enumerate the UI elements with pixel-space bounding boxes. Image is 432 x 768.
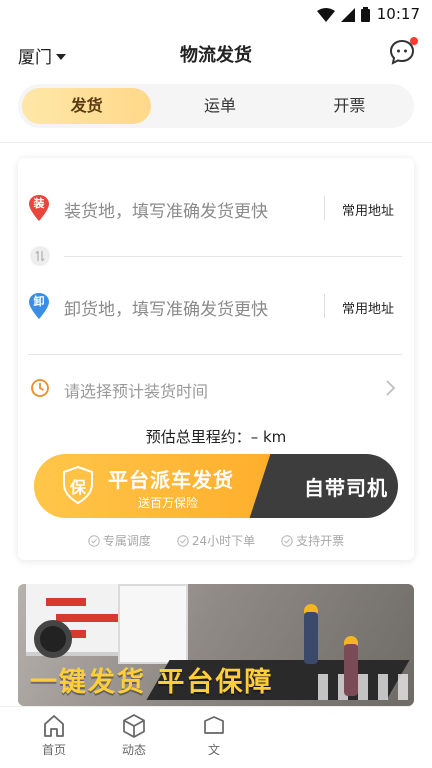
own-driver-label: 自带司机 [304, 476, 388, 500]
load-badge: 装 [33, 197, 45, 210]
load-common-address-button[interactable]: 常用地址 [342, 200, 394, 219]
feature-list: 专属调度 24小时下单 支持开票 [18, 532, 414, 549]
status-time: 10:17 [376, 5, 420, 23]
worker-figure [304, 612, 318, 664]
nav-feed[interactable]: 动态 [104, 713, 164, 758]
divider [0, 142, 432, 143]
check-circle-icon [177, 534, 189, 547]
message-button[interactable] [388, 37, 418, 66]
status-bar: 10:17 [0, 0, 432, 28]
unload-address-input[interactable]: 卸货地，填写准确发货更快 [64, 295, 268, 320]
shipping-form-card: 装 装货地，填写准确发货更快 常用地址 卸 卸货地，填写准确发货更快 常用地址 … [18, 158, 414, 560]
platform-dispatch-button[interactable]: 保 平台派车发货 送百万保险 [34, 454, 284, 518]
cube-icon [123, 714, 145, 738]
nav-home[interactable]: 首页 [24, 713, 84, 758]
truck-stripe [46, 598, 86, 606]
divider [28, 354, 402, 355]
banner-text: 一键发货 平台保障 [30, 667, 274, 698]
shield-label: 保 [69, 478, 86, 497]
chevron-right-icon [386, 380, 396, 396]
check-circle-icon [281, 534, 293, 547]
box-icon [204, 716, 224, 734]
unread-dot [410, 37, 418, 45]
dispatch-title: 平台派车发货 [108, 468, 234, 492]
unload-badge: 卸 [33, 295, 45, 308]
feature-label: 24小时下单 [191, 534, 256, 548]
swap-address-button[interactable] [30, 246, 50, 266]
divider [324, 294, 325, 318]
estimate-value: – km [250, 428, 287, 446]
feature-item: 专属调度 [88, 532, 151, 549]
clock-icon [31, 379, 49, 397]
loading-time-input[interactable]: 请选择预计装货时间 [64, 378, 208, 402]
truck-door [118, 584, 188, 664]
unload-address-row[interactable]: 卸 卸货地，填写准确发货更快 常用地址 [18, 280, 414, 332]
status-icons [317, 7, 370, 22]
tab-waybill[interactable]: 运单 [155, 84, 284, 128]
swap-icon [35, 250, 45, 262]
tab-ship[interactable]: 发货 [22, 88, 152, 124]
dispatch-subtitle: 送百万保险 [138, 496, 199, 510]
check-circle-icon [88, 534, 100, 547]
feature-label: 专属调度 [102, 534, 151, 548]
unload-pin-icon: 卸 [28, 292, 50, 320]
home-icon [44, 715, 64, 737]
feature-item: 24小时下单 [177, 532, 255, 549]
nav-third[interactable]: 文 [184, 713, 244, 758]
page-title: 物流发货 [180, 45, 252, 66]
truck-wheel [34, 620, 72, 658]
signal-icon [341, 7, 355, 22]
divider [64, 256, 402, 257]
feature-label: 支持开票 [296, 534, 345, 548]
nav-third-label: 文 [207, 743, 220, 757]
divider [324, 196, 325, 220]
loading-time-row[interactable]: 请选择预计装货时间 [18, 366, 414, 410]
wifi-icon [317, 7, 335, 22]
worker-figure [344, 644, 358, 696]
nav-home-label: 首页 [41, 743, 66, 757]
segment-tabs: 发货 运单 开票 [18, 84, 414, 128]
feature-item: 支持开票 [281, 532, 344, 549]
dispatch-button-group: 保 平台派车发货 送百万保险 自带司机 [34, 454, 398, 518]
tab-invoice[interactable]: 开票 [285, 84, 414, 128]
crosswalk [318, 674, 408, 700]
top-nav-bar: 厦门 物流发货 [0, 28, 432, 78]
estimate-label: 预估总里程约： [145, 428, 251, 446]
promo-banner[interactable]: 一键发货 平台保障 [18, 584, 414, 706]
unload-common-address-button[interactable]: 常用地址 [342, 298, 394, 317]
load-address-row[interactable]: 装 装货地，填写准确发货更快 常用地址 [18, 182, 414, 234]
nav-feed-label: 动态 [121, 743, 146, 757]
load-address-input[interactable]: 装货地，填写准确发货更快 [64, 197, 268, 222]
battery-icon [361, 7, 370, 22]
load-pin-icon: 装 [28, 194, 50, 222]
truck-stripe [56, 614, 126, 622]
distance-estimate: 预估总里程约：– km [18, 426, 414, 447]
